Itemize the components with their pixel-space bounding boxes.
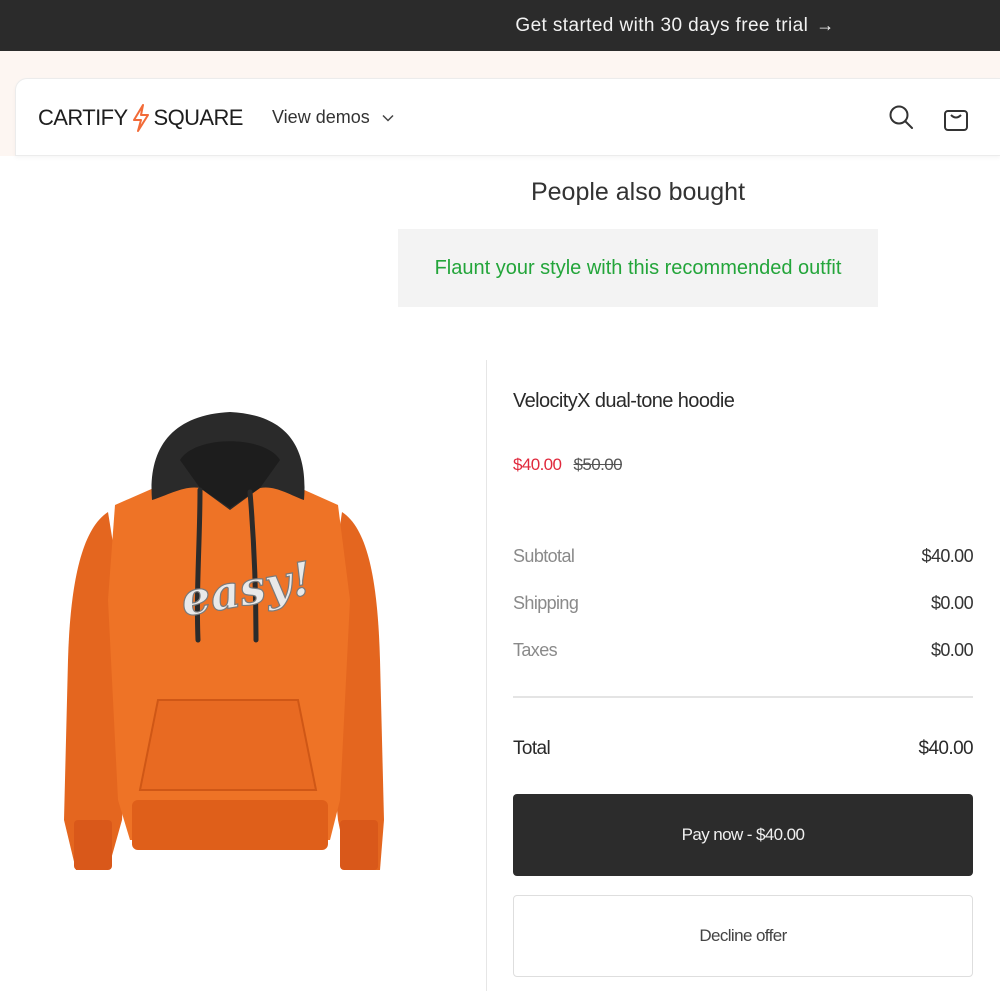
cart-button[interactable] xyxy=(942,103,970,138)
announcement-text[interactable]: Get started with 30 days free trial xyxy=(515,15,808,37)
search-icon xyxy=(889,105,913,129)
arrow-right-icon: → xyxy=(816,15,835,35)
total-row: Total $40.00 xyxy=(513,738,974,760)
taxes-label: Taxes xyxy=(513,640,558,660)
bolt-icon xyxy=(132,104,149,132)
view-demos-dropdown[interactable]: View demos xyxy=(272,107,394,128)
hoodie-illustration: easy! xyxy=(64,412,384,870)
offer-panel: VelocityX dual-tone hoodie $40.00 $50.00… xyxy=(486,360,1000,991)
view-demos-label: View demos xyxy=(272,107,370,127)
shipping-row: Shipping $0.00 xyxy=(513,593,974,614)
product-name: VelocityX dual-tone hoodie xyxy=(513,390,735,412)
search-button[interactable] xyxy=(887,103,915,136)
recommendation-banner-text: Flaunt your style with this recommended … xyxy=(434,256,842,279)
subtotal-row: Subtotal $40.00 xyxy=(513,546,974,567)
total-label: Total xyxy=(513,738,551,759)
taxes-row: Taxes $0.00 xyxy=(513,640,974,661)
chevron-down-icon xyxy=(382,114,394,122)
cart-icon xyxy=(944,110,968,131)
recommendation-title: People also bought xyxy=(530,178,746,206)
decline-offer-button[interactable]: Decline offer xyxy=(513,895,973,977)
taxes-value: $0.00 xyxy=(930,640,974,660)
brand-logo[interactable]: CARTIFY SQUARE xyxy=(38,103,243,133)
shipping-label: Shipping xyxy=(513,593,579,613)
sale-price: $40.00 xyxy=(513,455,562,474)
announcement-bar[interactable]: Get started with 30 days free trial → xyxy=(0,0,1000,51)
recommendation-banner: Flaunt your style with this recommended … xyxy=(398,229,878,307)
original-price: $50.00 xyxy=(573,455,623,474)
product-price: $40.00 $50.00 xyxy=(513,455,623,475)
total-value: $40.00 xyxy=(918,738,973,759)
shipping-value: $0.00 xyxy=(930,593,974,613)
product-image[interactable]: easy! xyxy=(60,400,400,900)
logo-text-cartify: CARTIFY xyxy=(38,105,128,130)
summary-divider xyxy=(513,696,973,698)
logo-text-square: SQUARE xyxy=(153,105,244,130)
site-header: CARTIFY SQUARE View demos xyxy=(15,78,1000,156)
pay-now-button[interactable]: Pay now - $40.00 xyxy=(513,794,973,876)
subtotal-value: $40.00 xyxy=(921,546,974,566)
subtotal-label: Subtotal xyxy=(513,546,575,566)
